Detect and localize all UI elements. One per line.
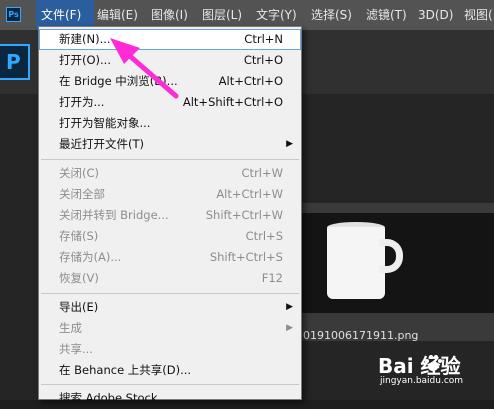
menu-filter[interactable]: 滤镜(T) <box>366 0 407 30</box>
mug-body-shape <box>327 227 385 299</box>
submenu-arrow-icon: ▶ <box>286 302 293 312</box>
baidu-jingyan-watermark: Bai 经验 jingyan.baidu.com <box>378 350 490 395</box>
menu-item-share-behance[interactable]: 在 Behance 上共享(D)... <box>39 360 301 381</box>
menu-item-label: 在 Behance 上共享(D)... <box>59 363 192 377</box>
menu-item-close-all[interactable]: 关闭全部 Alt+Ctrl+W <box>39 184 301 205</box>
menu-item-shortcut: Ctrl+S <box>245 229 283 243</box>
menu-item-shortcut: Ctrl+N <box>244 32 283 46</box>
baidu-paw-icon <box>425 355 442 371</box>
menu-3d[interactable]: 3D(D) <box>418 0 453 30</box>
menu-item-share[interactable]: 共享... <box>39 339 301 360</box>
menu-item-label: 新建(N)... <box>59 32 111 46</box>
menu-item-generate[interactable]: 生成 ▶ <box>39 318 301 339</box>
menu-separator <box>41 293 299 294</box>
menu-item-label: 关闭全部 <box>59 187 105 201</box>
menu-item-label: 生成 <box>59 321 82 335</box>
menu-item-label: 关闭(C) <box>59 166 100 180</box>
menu-item-label: 恢复(V) <box>59 271 99 285</box>
menu-item-open-smart-object[interactable]: 打开为智能对象... <box>39 113 301 134</box>
menu-item-shortcut: Alt+Shift+Ctrl+O <box>182 95 283 109</box>
menu-item-label: 在 Bridge 中浏览(B)... <box>59 74 178 88</box>
menu-item-open-as[interactable]: 打开为... Alt+Shift+Ctrl+O <box>39 92 301 113</box>
home-logo-icon[interactable]: P <box>0 44 30 80</box>
file-menu-dropdown: 新建(N)... Ctrl+N 打开(O)... Ctrl+O 在 Bridge… <box>38 26 302 405</box>
menu-item-close[interactable]: 关闭(C) Ctrl+W <box>39 163 301 184</box>
menu-item-save-as[interactable]: 存储为(A)... Shift+Ctrl+S <box>39 247 301 268</box>
menu-item-save[interactable]: 存储(S) Ctrl+S <box>39 226 301 247</box>
menu-view[interactable]: 视图( <box>464 0 493 30</box>
menu-separator <box>41 384 299 385</box>
menu-item-recent-files[interactable]: 最近打开文件(T) ▶ <box>39 134 301 155</box>
menu-item-close-go-bridge[interactable]: 关闭并转到 Bridge... Shift+Ctrl+W <box>39 205 301 226</box>
menu-select[interactable]: 选择(S) <box>311 0 352 30</box>
menu-item-label: 打开为智能对象... <box>59 116 151 130</box>
menu-item-label: 存储(S) <box>59 229 99 243</box>
submenu-arrow-icon: ▶ <box>286 323 293 333</box>
photoshop-logo-icon[interactable]: Ps <box>6 7 21 22</box>
menu-item-label: 共享... <box>59 342 93 356</box>
menu-item-revert[interactable]: 恢复(V) F12 <box>39 268 301 289</box>
menu-item-label: 搜索 Adobe Stock... <box>59 391 169 405</box>
menu-item-label: 打开为... <box>59 95 105 109</box>
menu-item-label: 打开(O)... <box>59 53 111 67</box>
menu-item-shortcut: Shift+Ctrl+S <box>209 250 283 264</box>
recent-file-name[interactable]: 20191006171911.png <box>296 329 418 342</box>
menu-item-label: 关闭并转到 Bridge... <box>59 208 169 222</box>
menu-item-label: 最近打开文件(T) <box>59 137 144 151</box>
submenu-arrow-icon: ▶ <box>286 139 293 149</box>
watermark-brand: Bai 经验 <box>378 354 461 378</box>
menu-item-new[interactable]: 新建(N)... Ctrl+N <box>39 29 301 50</box>
menu-item-label: 存储为(A)... <box>59 250 122 264</box>
menu-item-shortcut: Alt+Ctrl+O <box>218 74 283 88</box>
menu-item-shortcut: Alt+Ctrl+W <box>216 187 283 201</box>
menu-item-search-adobe-stock[interactable]: 搜索 Adobe Stock... <box>39 388 301 409</box>
menu-item-shortcut: Ctrl+W <box>241 166 283 180</box>
menu-item-label: 导出(E) <box>59 300 99 314</box>
menu-item-open[interactable]: 打开(O)... Ctrl+O <box>39 50 301 71</box>
menu-item-export[interactable]: 导出(E) ▶ <box>39 297 301 318</box>
watermark-url: jingyan.baidu.com <box>380 376 464 386</box>
menu-item-browse-bridge[interactable]: 在 Bridge 中浏览(B)... Alt+Ctrl+O <box>39 71 301 92</box>
menu-separator <box>41 159 299 160</box>
menu-item-shortcut: Shift+Ctrl+W <box>205 208 283 222</box>
menu-item-shortcut: Ctrl+O <box>243 53 283 67</box>
menu-item-shortcut: F12 <box>261 271 283 285</box>
